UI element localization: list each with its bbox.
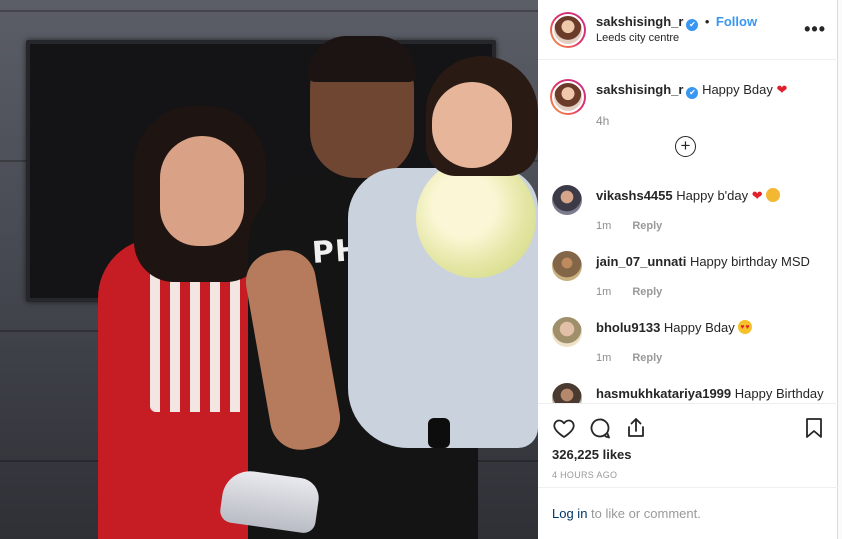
heart-eyes-emoji-icon (738, 319, 753, 337)
post-actions: 326,225 likes 4 HOURS AGO (538, 403, 838, 487)
profile-avatar[interactable] (550, 11, 586, 48)
caption-username[interactable]: sakshisingh_r (596, 82, 683, 97)
comment-time[interactable]: 1m (596, 352, 611, 364)
right-gutter (838, 0, 842, 539)
action-icons (552, 416, 648, 440)
commenter-avatar[interactable] (552, 383, 582, 403)
login-prompt: Log in to like or comment. (538, 487, 838, 539)
caption-time[interactable]: 4h (596, 114, 609, 128)
heart-icon[interactable] (552, 416, 576, 440)
comment-username[interactable]: bholu9133 (596, 320, 660, 335)
woman-face (160, 136, 244, 246)
comments-list[interactable]: sakshisingh_r ✔ Happy Bday ❤ 4h + vikashs… (538, 61, 838, 403)
comment-time[interactable]: 1m (596, 286, 611, 298)
caption-text: sakshisingh_r ✔ Happy Bday ❤ (596, 79, 787, 115)
comment-item: hasmukhkatariya1999 Happy Birthday (550, 383, 824, 403)
girl-flower-collar (416, 158, 536, 278)
header-username[interactable]: sakshisingh_r (596, 14, 683, 29)
comment-text: Happy b'day (676, 188, 749, 203)
comment-text: Happy Bday (663, 320, 735, 335)
comment-time[interactable]: 1m (596, 220, 611, 232)
caption-body: Happy Bday (702, 82, 773, 97)
post-side-panel: sakshisingh_r ✔ • Follow Leeds city centr… (538, 0, 838, 539)
dress-stripes (150, 262, 246, 412)
reply-button[interactable]: Reply (632, 220, 662, 232)
separator-dot: • (704, 13, 710, 29)
commenter-avatar[interactable] (552, 185, 582, 215)
load-more-comments-icon[interactable]: + (675, 136, 696, 157)
heart-emoji-icon: ❤ (751, 188, 763, 203)
verified-badge-icon: ✔ (686, 18, 699, 31)
share-icon[interactable] (624, 416, 648, 440)
follow-button[interactable]: Follow (716, 14, 757, 29)
commenter-avatar[interactable] (552, 317, 582, 347)
post-photo[interactable]: PHILIP (0, 0, 538, 539)
more-options-icon[interactable]: ••• (802, 19, 826, 40)
header-text: sakshisingh_r ✔ • Follow Leeds city centr… (596, 14, 802, 46)
comment-username[interactable]: jain_07_unnati (596, 254, 686, 269)
comment-username[interactable]: vikashs4455 (596, 188, 673, 203)
post-header: sakshisingh_r ✔ • Follow Leeds city centr… (538, 0, 838, 60)
comment-item: bholu9133 Happy Bday 1m Reply (550, 317, 753, 367)
posted-timestamp[interactable]: 4 HOURS AGO (552, 470, 617, 480)
comment-text: Happy birthday MSD (689, 254, 810, 269)
login-link[interactable]: Log in (552, 506, 587, 521)
caption-avatar[interactable] (550, 79, 586, 115)
location-link[interactable]: Leeds city centre (596, 31, 802, 46)
comment-icon[interactable] (588, 416, 612, 440)
login-prompt-text: to like or comment. (587, 506, 701, 521)
girl-face (432, 82, 512, 168)
clap-emoji-icon (766, 188, 781, 202)
comment-item: jain_07_unnati Happy birthday MSD 1m Rep… (550, 251, 810, 301)
likes-count[interactable]: 326,225 likes (552, 447, 632, 462)
verified-badge-icon: ✔ (686, 87, 699, 99)
reply-button[interactable]: Reply (632, 352, 662, 364)
caption: sakshisingh_r ✔ Happy Bday ❤ (550, 79, 787, 115)
commenter-avatar[interactable] (552, 251, 582, 281)
bookmark-icon[interactable] (802, 416, 826, 440)
comment-username[interactable]: hasmukhkatariya1999 (596, 386, 731, 401)
wall-panel-line (0, 10, 538, 12)
comment-text: Happy Birthday (734, 386, 824, 401)
reply-button[interactable]: Reply (632, 286, 662, 298)
man-hair (308, 36, 416, 82)
heart-emoji-icon: ❤ (776, 82, 788, 97)
comment-item: vikashs4455 Happy b'day ❤ 1m Reply (550, 185, 781, 235)
wristwatch (428, 418, 450, 448)
